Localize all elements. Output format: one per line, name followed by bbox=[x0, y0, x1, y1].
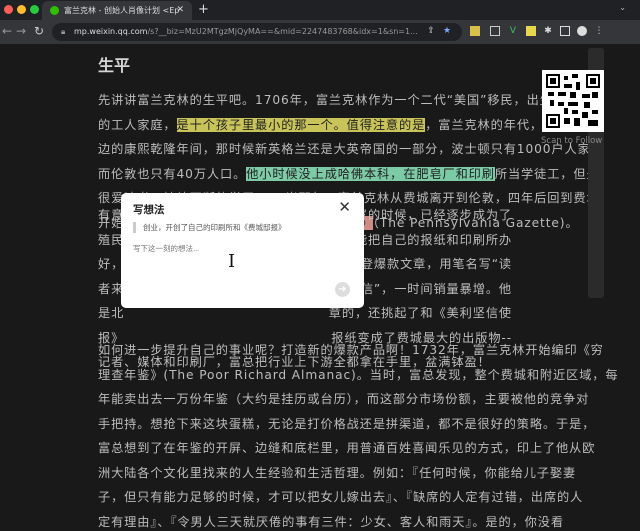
tab-search-chevron-icon[interactable]: ⌄ bbox=[619, 3, 626, 12]
paragraph-line: 先讲讲富兰克林的生平吧。1706年，富兰克林作为一个二代“美国”移民，出生在波士… bbox=[98, 91, 605, 109]
paragraph-line: 富总想到了在年鉴的开屏、边缝和底栏里，用普通百姓喜闻乐见的方式，印上了他从欧 bbox=[98, 441, 596, 455]
browser-tab[interactable]: 富兰克林 - 创始人肖像计划 <Ep ✕ bbox=[42, 1, 192, 20]
line-text: 的工人家庭， bbox=[98, 117, 177, 132]
maximize-window-button[interactable] bbox=[30, 5, 39, 14]
quoted-text: 创业，开创了自己的印刷所和《费城邸报》 bbox=[133, 222, 286, 233]
vue-extension-icon[interactable]: V bbox=[508, 26, 518, 36]
extension-icon[interactable] bbox=[490, 26, 500, 36]
extension-icon[interactable] bbox=[526, 26, 536, 36]
line-text: 先讲讲富兰克林的生平吧。1706年，富兰克林作为一个二代“美国”移民，出生在波士… bbox=[98, 93, 606, 107]
close-window-button[interactable] bbox=[4, 5, 13, 14]
highlighted-text: 他小时候没上成哈佛本科，在肥皂厂和印刷 bbox=[246, 166, 495, 181]
share-icon[interactable]: ⇪ bbox=[426, 26, 436, 36]
lock-icon: 🔒︎ bbox=[61, 27, 66, 36]
address-bar[interactable]: 🔒︎ mp.weixin.qq.com/s?__biz=MzU2MTgzMjQy… bbox=[52, 23, 462, 41]
text-cursor-icon: I bbox=[228, 251, 236, 272]
side-panel-icon[interactable] bbox=[560, 26, 570, 36]
back-icon[interactable]: ← bbox=[2, 24, 12, 38]
menu-icon[interactable]: ⋮ bbox=[594, 26, 604, 36]
line-text: 而伦敦也只有40万人口。 bbox=[98, 166, 247, 181]
paragraph-line: 年能卖出去一万份年鉴（大约是挂历或台历），而这部分市场份额，主要被他的竞争对 bbox=[98, 392, 590, 406]
paragraph-line: 洲大陆各个文化里找来的人生经验和生活哲理。例如：『任何时候，你能给儿子娶妻 bbox=[98, 465, 577, 480]
new-tab-button[interactable]: + bbox=[198, 0, 209, 19]
tab-title: 富兰克林 - 创始人肖像计划 <Ep bbox=[64, 6, 180, 15]
bookmark-star-icon[interactable]: ★ bbox=[442, 26, 452, 36]
wechat-icon bbox=[50, 6, 59, 15]
avatar[interactable] bbox=[577, 26, 587, 36]
paragraph-line: 子，但只有能力足够的时候，才可以把女儿嫁出去』、『缺席的人定有过错，出席的人 bbox=[98, 490, 584, 504]
puzzle-icon[interactable]: ✱ bbox=[543, 26, 553, 36]
forward-icon[interactable]: → bbox=[16, 24, 26, 38]
highlighted-text: 是十个孩子里最小的那一个。值得注意的是 bbox=[176, 117, 426, 132]
close-tab-icon[interactable]: ✕ bbox=[176, 1, 184, 20]
paragraph-line: 边的康熙乾隆年间，那时候新英格兰还是大英帝国的一部分，波士顿只有1000户人家， bbox=[98, 140, 604, 158]
paragraph-line: 理查年鉴》(The Poor Richard Almanac)。当时，富总发现，… bbox=[98, 367, 619, 382]
write-thought-dialog: 写想法 ✕ 创业，开创了自己的印刷所和《费城邸报》 ➜ bbox=[121, 193, 364, 308]
paragraph-line-right: 了能把自己的报纸和印刷所办 bbox=[341, 232, 512, 247]
paragraph-line: 手把持。想抢下来这块蛋糕，无论是打价格战还是拼渠道，都不是很好的策略。于是， bbox=[98, 416, 596, 431]
section-heading: 生平 bbox=[98, 56, 131, 75]
paragraph-line: 是北 bbox=[98, 306, 125, 320]
paragraph-line: 的工人家庭，是十个孩子里最小的那一个。值得注意的是，富兰克林的年代，是中国这 bbox=[98, 116, 595, 134]
line-text: 边的康熙乾隆年间，那时候新英格兰还是大英帝国的一部分，波士顿只有1000户人家， bbox=[98, 142, 604, 156]
url-host: mp.weixin.qq.com bbox=[74, 27, 148, 36]
close-dialog-button[interactable]: ✕ bbox=[338, 198, 351, 216]
scan-to-follow-label: Scan to Follow bbox=[541, 136, 603, 146]
paragraph-line: 而伦敦也只有40万人口。他小时候没上成哈佛本科，在肥皂厂和印刷所当学徒工，但是 bbox=[98, 165, 600, 183]
tab-bar: 富兰克林 - 创始人肖像计划 <Ep ✕ + ⌄ bbox=[0, 0, 640, 20]
send-button[interactable]: ➜ bbox=[335, 282, 350, 297]
dialog-title: 写想法 bbox=[133, 204, 165, 216]
line-text: 所当学徒工，但是 bbox=[494, 166, 600, 181]
minimize-window-button[interactable] bbox=[17, 5, 26, 14]
paragraph-line: 定有理由』、『令男人三天就厌倦的事有三件：少女、客人和雨天』。是的，你没看 bbox=[98, 514, 564, 529]
reload-icon[interactable]: ↻ bbox=[34, 24, 44, 38]
url-path: /s?__biz=MzU2MTgzMjQyMA==&mid=2247483768… bbox=[147, 27, 418, 36]
browser-toolbar: ← → ↻ 🔒︎ mp.weixin.qq.com/s?__biz=MzU2MT… bbox=[0, 20, 640, 44]
paragraph-line: 如何进一步提升自己的事业呢？打造新的爆款产品啊！1732年，富兰克林开始编印《穷 bbox=[98, 343, 604, 357]
qr-code bbox=[542, 70, 604, 132]
extension-icon[interactable] bbox=[470, 26, 480, 36]
